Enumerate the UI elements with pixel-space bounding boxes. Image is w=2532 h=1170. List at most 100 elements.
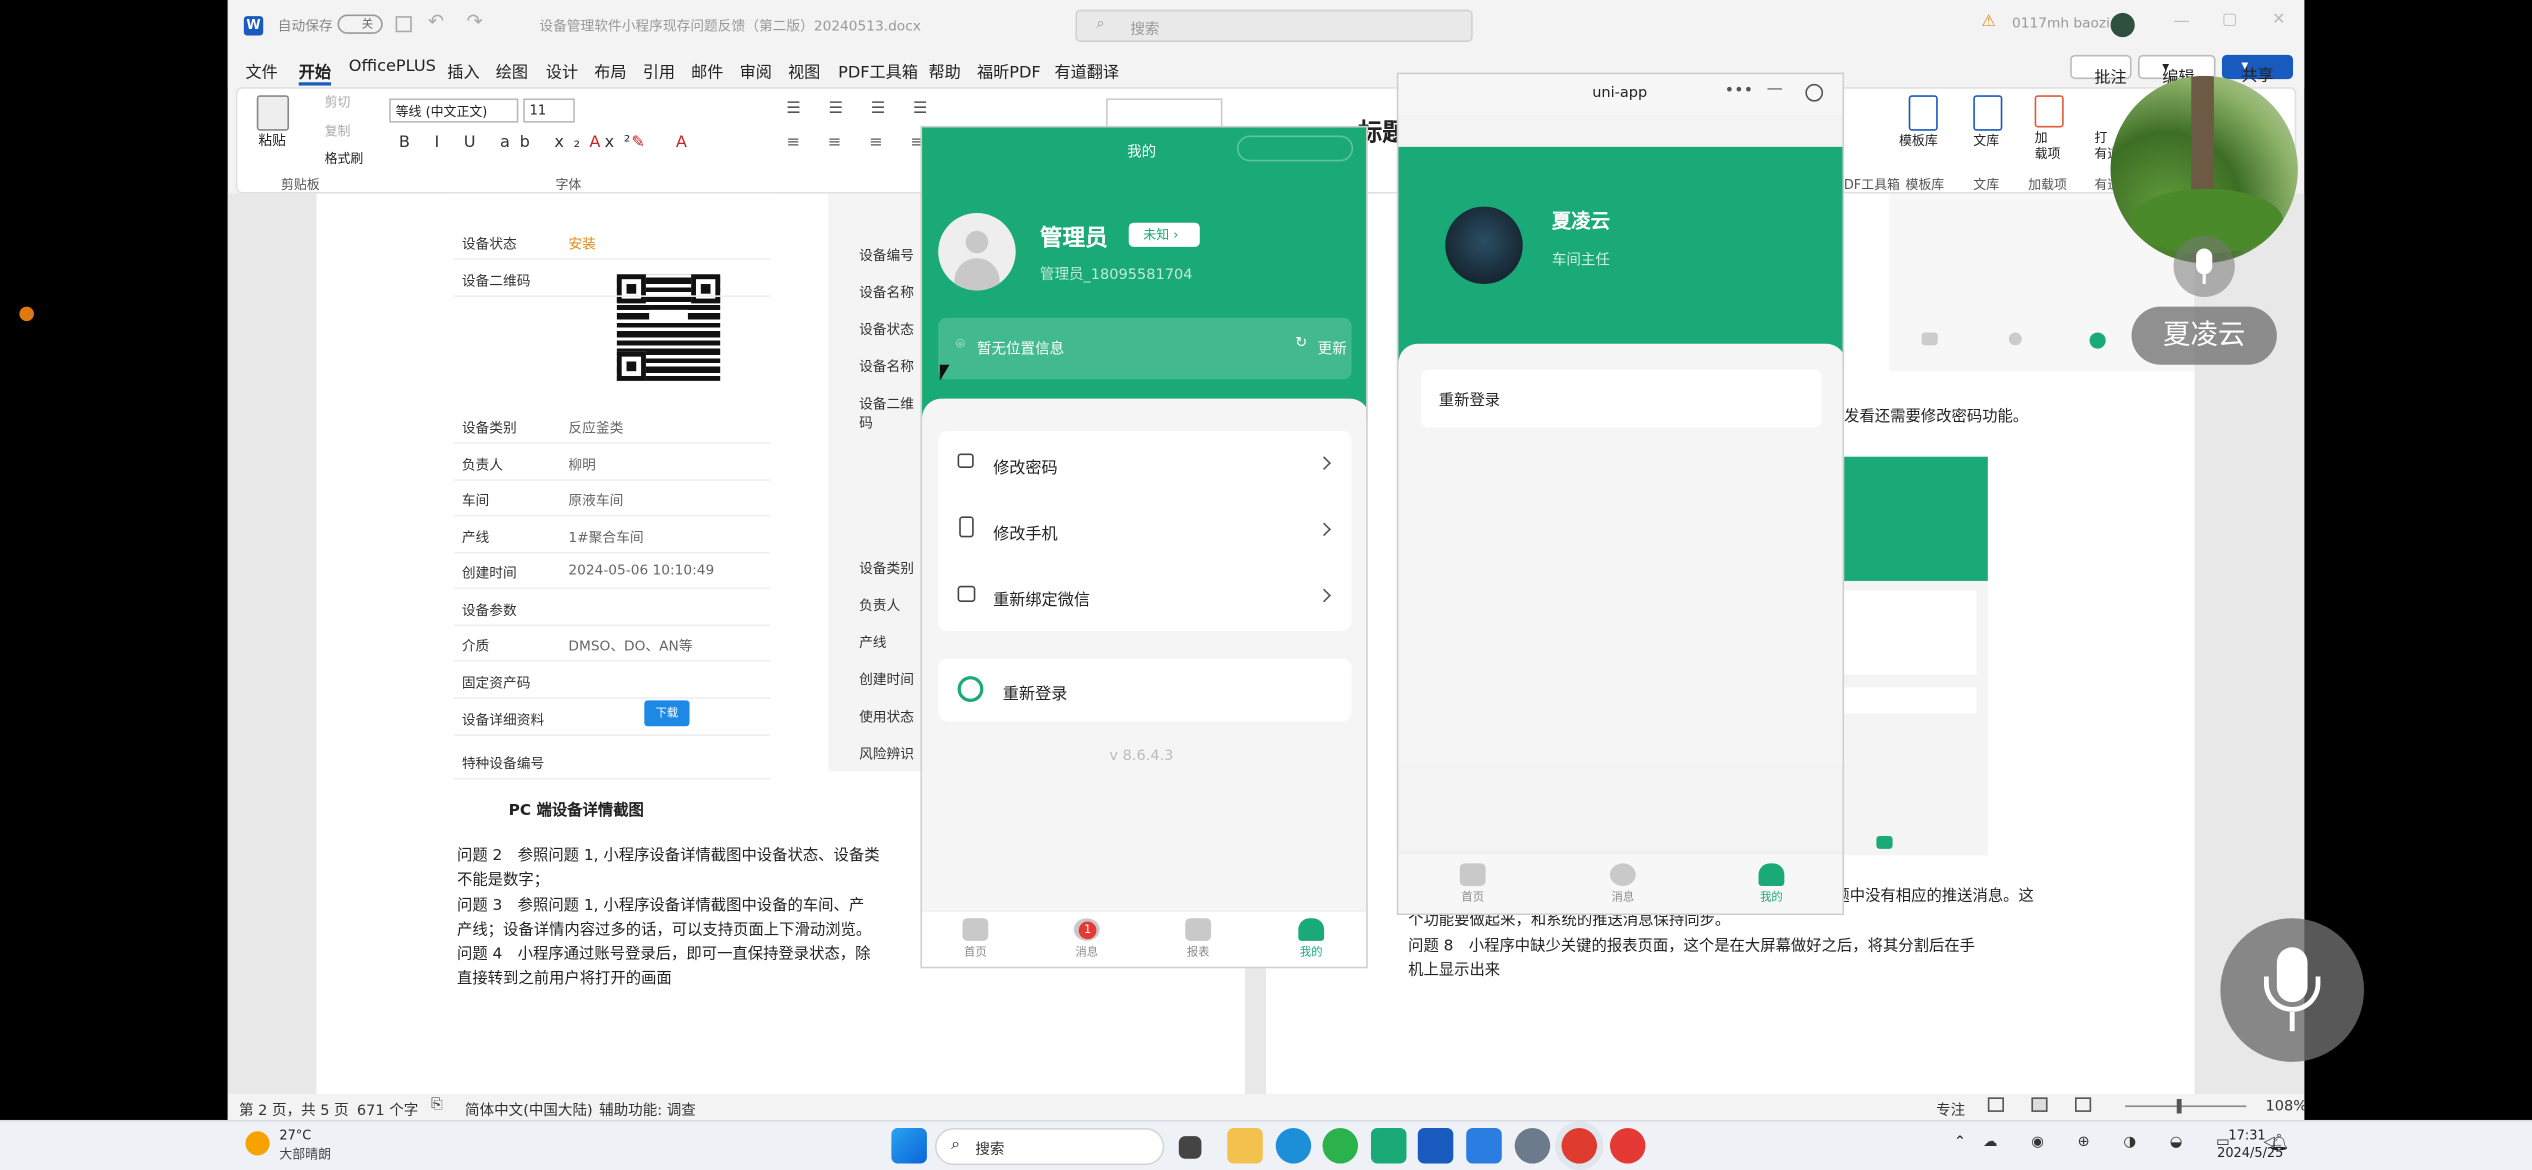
- menu-file[interactable]: 文件: [245, 58, 277, 83]
- save-icon[interactable]: [395, 16, 412, 33]
- close-icon[interactable]: ✕: [2272, 11, 2286, 29]
- voice-mic-button[interactable]: [2220, 918, 2365, 1062]
- paragraph-icons[interactable]: ☰ ☰ ☰ ☰: [786, 100, 938, 118]
- settings-app-icon[interactable]: [1514, 1128, 1551, 1164]
- mini-app-field-label: 设备类别: [859, 561, 914, 578]
- tray-chevron-icon[interactable]: ⌃: [1954, 1134, 1966, 1150]
- undo-icon[interactable]: ↶: [428, 10, 444, 33]
- menu-mailings[interactable]: 邮件: [691, 58, 723, 83]
- mic-muted-icon[interactable]: [2173, 235, 2235, 297]
- more-icon[interactable]: •••: [1725, 82, 1754, 100]
- meeting-app-icon[interactable]: [1561, 1128, 1598, 1164]
- recorder-app-icon[interactable]: [1609, 1128, 1646, 1164]
- weather-temp[interactable]: 27°C: [279, 1128, 311, 1143]
- tab-messages[interactable]: 消息: [1591, 863, 1656, 905]
- tab-home[interactable]: 首页: [1440, 863, 1505, 905]
- word-app-icon[interactable]: [1417, 1128, 1454, 1164]
- copy-button[interactable]: 复制: [325, 123, 351, 141]
- taskbar-search[interactable]: ⌕ 搜索: [934, 1128, 1165, 1166]
- menu-rebind-wechat[interactable]: 重新绑定微信: [938, 563, 1351, 629]
- capsule-menu[interactable]: [1236, 135, 1354, 162]
- file-explorer-icon[interactable]: [1227, 1128, 1263, 1164]
- tab-mine[interactable]: 我的: [1739, 863, 1804, 905]
- paste-button[interactable]: 粘贴: [258, 131, 285, 150]
- cut-button[interactable]: 剪切: [325, 94, 351, 112]
- font-color-icons[interactable]: A ✎ A: [589, 134, 699, 152]
- menu-design[interactable]: 设计: [546, 58, 578, 83]
- menu-draw[interactable]: 绘图: [496, 58, 528, 83]
- menu-change-phone[interactable]: 修改手机: [938, 497, 1351, 563]
- photos-app-icon[interactable]: [1466, 1128, 1502, 1164]
- weather-desc[interactable]: 大部晴朗: [279, 1146, 331, 1164]
- proofing-icon[interactable]: ⎘: [431, 1097, 443, 1113]
- tab-reports[interactable]: 报表: [1166, 918, 1231, 960]
- menu-review[interactable]: 审阅: [740, 58, 772, 83]
- template-library-label[interactable]: 模板库: [1899, 132, 1938, 150]
- logout-button[interactable]: 重新登录: [1421, 369, 1822, 428]
- font-size-select[interactable]: 11: [523, 98, 575, 123]
- library-label[interactable]: 文库: [1973, 132, 1999, 150]
- read-mode-icon[interactable]: [1987, 1097, 2004, 1112]
- menu-references[interactable]: 引用: [643, 58, 675, 83]
- library-icon[interactable]: [1973, 95, 2003, 131]
- tab-home[interactable]: 首页: [943, 918, 1008, 960]
- word-count[interactable]: 671 个字: [357, 1099, 418, 1120]
- language[interactable]: 简体中文(中国大陆): [465, 1099, 593, 1120]
- status-badge[interactable]: 未知 ›: [1128, 222, 1200, 247]
- menu-home[interactable]: 开始: [298, 58, 332, 86]
- addins-label[interactable]: 加 载项: [2035, 131, 2061, 163]
- accessibility-status[interactable]: 辅助功能: 调查: [599, 1099, 696, 1120]
- align-icons[interactable]: ≡ ≡ ≡ ≡: [786, 134, 935, 152]
- zoom-level[interactable]: 108%: [2266, 1099, 2305, 1115]
- close-circle-icon[interactable]: [1805, 83, 1824, 102]
- menu-foxit[interactable]: 福昕PDF: [977, 58, 1041, 83]
- share-button[interactable]: 共享 ▾: [2221, 54, 2294, 86]
- menu-pdf-tools[interactable]: PDF工具箱: [838, 58, 918, 83]
- notification-icon[interactable]: 🔔︎: [2269, 1134, 2290, 1152]
- user-avatar[interactable]: [2110, 12, 2135, 38]
- search-box[interactable]: ⌕ 搜索: [1075, 9, 1473, 42]
- comment-button[interactable]: 批注: [2070, 54, 2132, 87]
- zoom-thumb[interactable]: [2176, 1098, 2182, 1114]
- redo-icon[interactable]: ↷: [467, 10, 483, 33]
- zoom-slider[interactable]: [2125, 1105, 2247, 1108]
- profile-role: 车间主任: [1551, 253, 1610, 270]
- menu-insert[interactable]: 插入: [447, 58, 479, 83]
- font-name-select[interactable]: 等线 (中文正文): [389, 98, 519, 123]
- addins-icon[interactable]: [2034, 95, 2064, 128]
- tab-mine-label: 我的: [1299, 945, 1323, 959]
- menu-youdao[interactable]: 有道翻译: [1054, 58, 1119, 83]
- mini-app-field-label: 负责人: [859, 598, 901, 615]
- minimize-icon[interactable]: —: [2174, 13, 2190, 31]
- refresh-button[interactable]: 更新: [1318, 337, 1347, 358]
- wechat-app-icon[interactable]: [1322, 1128, 1359, 1164]
- task-view-icon[interactable]: [1178, 1136, 1202, 1159]
- uni-app-title: uni-app: [1592, 85, 1648, 102]
- avatar[interactable]: [938, 213, 1016, 291]
- paste-icon[interactable]: [256, 95, 290, 131]
- edge-icon[interactable]: [1275, 1128, 1312, 1164]
- logout-card[interactable]: 重新登录: [938, 658, 1352, 722]
- profile-avatar[interactable]: [1445, 206, 1523, 285]
- print-layout-icon[interactable]: [2031, 1097, 2048, 1112]
- devtools-icon[interactable]: [1370, 1128, 1407, 1164]
- menu-view[interactable]: 视图: [788, 58, 820, 83]
- download-button[interactable]: 下载: [644, 700, 690, 727]
- template-library-icon[interactable]: [1908, 95, 1938, 131]
- page-count[interactable]: 第 2 页，共 5 页: [239, 1099, 349, 1120]
- menu-help-text[interactable]: 帮助: [929, 58, 961, 83]
- start-icon[interactable]: [891, 1128, 927, 1164]
- autosave-toggle[interactable]: 关: [337, 14, 383, 34]
- focus-button[interactable]: 专注: [1936, 1099, 1965, 1120]
- weather-icon[interactable]: [245, 1131, 270, 1156]
- maximize-icon[interactable]: ▢: [2222, 11, 2237, 29]
- menu-change-password[interactable]: 修改密码: [938, 431, 1351, 497]
- web-layout-icon[interactable]: [2075, 1097, 2092, 1112]
- tab-mine[interactable]: 我的: [1279, 918, 1344, 960]
- menu-layout[interactable]: 布局: [594, 58, 626, 83]
- minimize-icon[interactable]: —: [1767, 81, 1783, 99]
- format-painter-button[interactable]: 格式刷: [325, 150, 364, 168]
- clock-time[interactable]: 17:31: [2228, 1128, 2265, 1143]
- menu-officeplus[interactable]: OfficePLUS: [349, 58, 436, 76]
- refresh-icon[interactable]: ↻: [1295, 336, 1307, 352]
